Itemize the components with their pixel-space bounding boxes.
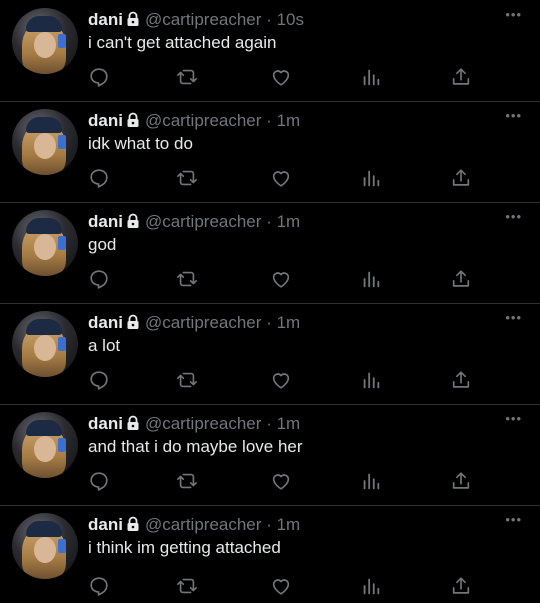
- like-icon[interactable]: [270, 470, 292, 492]
- avatar[interactable]: [12, 109, 78, 175]
- timestamp[interactable]: 1m: [277, 515, 301, 534]
- tweet-text: a lot: [88, 336, 121, 355]
- timestamp[interactable]: 1m: [277, 313, 301, 332]
- avatar[interactable]: [12, 311, 78, 377]
- views-icon[interactable]: [360, 470, 382, 492]
- more-icon[interactable]: •••: [505, 412, 522, 425]
- views-icon[interactable]: [360, 167, 382, 189]
- retweet-icon[interactable]: [176, 575, 198, 597]
- tweet[interactable]: dani @cartipreacher · 10s ••• i can't get…: [0, 0, 540, 102]
- separator: ·: [266, 313, 272, 332]
- avatar[interactable]: [12, 210, 78, 276]
- timestamp[interactable]: 1m: [277, 414, 301, 433]
- lock-icon: [125, 415, 141, 437]
- tweet-header: dani @cartipreacher · 1m: [88, 413, 300, 437]
- separator: ·: [266, 414, 272, 433]
- tweet-text: idk what to do: [88, 134, 193, 153]
- handle[interactable]: @cartipreacher: [145, 414, 261, 433]
- reply-icon[interactable]: [88, 575, 110, 597]
- tweet-header: dani @cartipreacher · 1m: [88, 312, 300, 336]
- retweet-icon[interactable]: [176, 66, 198, 88]
- share-icon[interactable]: [450, 575, 472, 597]
- tweet[interactable]: dani @cartipreacher · 1m ••• i think im g…: [0, 505, 540, 603]
- timestamp[interactable]: 10s: [277, 10, 304, 29]
- separator: ·: [266, 111, 272, 130]
- reply-icon[interactable]: [88, 167, 110, 189]
- separator: ·: [266, 212, 272, 231]
- handle[interactable]: @cartipreacher: [145, 515, 261, 534]
- handle[interactable]: @cartipreacher: [145, 10, 261, 29]
- timeline: dani @cartipreacher · 10s ••• i can't get…: [0, 0, 540, 603]
- more-icon[interactable]: •••: [505, 109, 522, 122]
- retweet-icon[interactable]: [176, 470, 198, 492]
- lock-icon: [125, 112, 141, 134]
- more-icon[interactable]: •••: [505, 8, 522, 21]
- display-name[interactable]: dani: [88, 10, 123, 29]
- views-icon[interactable]: [360, 268, 382, 290]
- tweet-text: i think im getting attached: [88, 538, 281, 557]
- like-icon[interactable]: [270, 167, 292, 189]
- tweet-header: dani @cartipreacher · 1m: [88, 110, 300, 134]
- handle[interactable]: @cartipreacher: [145, 111, 261, 130]
- display-name[interactable]: dani: [88, 515, 123, 534]
- separator: ·: [266, 10, 272, 29]
- views-icon[interactable]: [360, 66, 382, 88]
- views-icon[interactable]: [360, 369, 382, 391]
- more-icon[interactable]: •••: [505, 513, 522, 526]
- more-icon[interactable]: •••: [505, 311, 522, 324]
- share-icon[interactable]: [450, 268, 472, 290]
- handle[interactable]: @cartipreacher: [145, 212, 261, 231]
- like-icon[interactable]: [270, 268, 292, 290]
- reply-icon[interactable]: [88, 369, 110, 391]
- timestamp[interactable]: 1m: [277, 111, 301, 130]
- share-icon[interactable]: [450, 369, 472, 391]
- like-icon[interactable]: [270, 369, 292, 391]
- reply-icon[interactable]: [88, 268, 110, 290]
- more-icon[interactable]: •••: [505, 210, 522, 223]
- tweet[interactable]: dani @cartipreacher · 1m ••• god: [0, 202, 540, 304]
- avatar[interactable]: [12, 513, 78, 579]
- tweet-text: and that i do maybe love her: [88, 437, 303, 456]
- like-icon[interactable]: [270, 66, 292, 88]
- display-name[interactable]: dani: [88, 414, 123, 433]
- reply-icon[interactable]: [88, 470, 110, 492]
- tweet-header: dani @cartipreacher · 1m: [88, 514, 300, 538]
- timestamp[interactable]: 1m: [277, 212, 301, 231]
- share-icon[interactable]: [450, 167, 472, 189]
- tweet-text: i can't get attached again: [88, 33, 277, 52]
- handle[interactable]: @cartipreacher: [145, 313, 261, 332]
- tweet[interactable]: dani @cartipreacher · 1m ••• idk what to …: [0, 101, 540, 203]
- separator: ·: [266, 515, 272, 534]
- share-icon[interactable]: [450, 470, 472, 492]
- avatar[interactable]: [12, 412, 78, 478]
- lock-icon: [125, 213, 141, 235]
- reply-icon[interactable]: [88, 66, 110, 88]
- lock-icon: [125, 11, 141, 33]
- display-name[interactable]: dani: [88, 313, 123, 332]
- retweet-icon[interactable]: [176, 369, 198, 391]
- retweet-icon[interactable]: [176, 167, 198, 189]
- display-name[interactable]: dani: [88, 111, 123, 130]
- lock-icon: [125, 516, 141, 538]
- retweet-icon[interactable]: [176, 268, 198, 290]
- lock-icon: [125, 314, 141, 336]
- avatar[interactable]: [12, 8, 78, 74]
- tweet[interactable]: dani @cartipreacher · 1m ••• a lot: [0, 303, 540, 405]
- views-icon[interactable]: [360, 575, 382, 597]
- like-icon[interactable]: [270, 575, 292, 597]
- tweet-header: dani @cartipreacher · 10s: [88, 9, 304, 33]
- display-name[interactable]: dani: [88, 212, 123, 231]
- tweet-text: god: [88, 235, 117, 254]
- tweet[interactable]: dani @cartipreacher · 1m ••• and that i d…: [0, 404, 540, 506]
- tweet-header: dani @cartipreacher · 1m: [88, 211, 300, 235]
- share-icon[interactable]: [450, 66, 472, 88]
